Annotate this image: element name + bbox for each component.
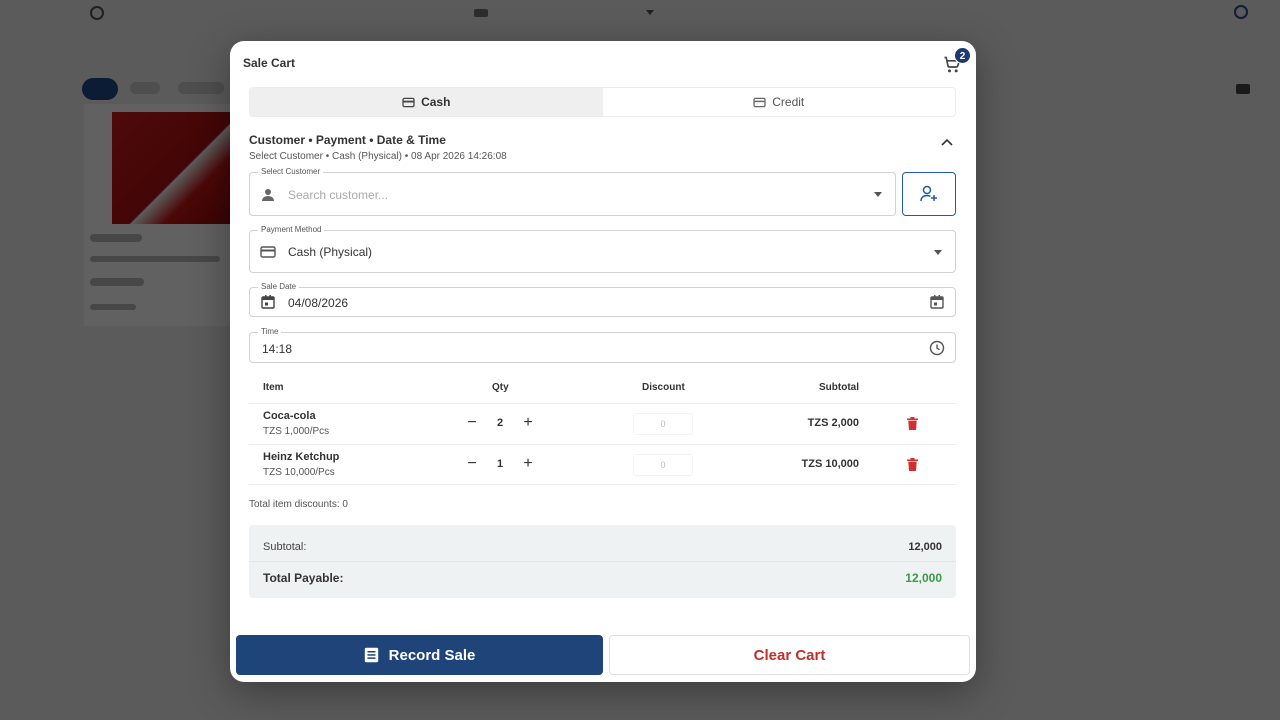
table-header-discount: Discount xyxy=(642,382,685,393)
table-header-item: Item xyxy=(263,382,284,393)
modal-title: Sale Cart xyxy=(243,56,296,70)
summary-divider xyxy=(249,561,956,562)
customer-payment-section-header[interactable]: Customer • Payment • Date & Time Select … xyxy=(249,133,956,162)
delete-item-icon[interactable] xyxy=(907,417,918,430)
subtotal-value: 12,000 xyxy=(908,541,942,553)
total-payable-label: Total Payable: xyxy=(263,571,344,585)
item-subtotal: TZS 2,000 xyxy=(807,417,859,429)
sale-date-label: Sale Date xyxy=(258,282,300,292)
item-qty: 2 xyxy=(496,417,504,429)
table-row: Heinz Ketchup TZS 10,000/Pcs − 1 + 0 TZS… xyxy=(249,444,956,485)
credit-card-icon xyxy=(260,246,276,258)
tab-cash-label: Cash xyxy=(421,95,451,109)
payment-summary: Subtotal: 12,000 Total Payable: 12,000 xyxy=(249,525,956,598)
subtotal-label: Subtotal: xyxy=(263,541,307,553)
record-sale-button[interactable]: Record Sale xyxy=(236,635,603,675)
total-item-discounts: Total item discounts: 0 xyxy=(249,499,348,510)
item-subtotal: TZS 10,000 xyxy=(801,458,859,470)
dropdown-caret-icon[interactable] xyxy=(934,250,942,255)
table-row: Coca-cola TZS 1,000/Pcs − 2 + 0 TZS 2,00… xyxy=(249,403,956,444)
item-qty: 1 xyxy=(496,458,504,470)
item-discount-input[interactable]: 0 xyxy=(633,413,693,435)
table-header-qty: Qty xyxy=(492,382,509,393)
tab-credit-label: Credit xyxy=(772,95,805,109)
add-user-icon xyxy=(920,185,937,202)
section-title: Customer • Payment • Date & Time xyxy=(249,133,446,147)
cart-count-badge: 2 xyxy=(954,47,971,64)
tab-cash[interactable]: Cash xyxy=(250,88,603,116)
time-label: Time xyxy=(258,327,282,337)
record-sale-label: Record Sale xyxy=(388,646,476,664)
credit-card-icon xyxy=(753,97,766,107)
time-field[interactable]: Time 14:18 xyxy=(249,327,956,363)
calendar-icon xyxy=(261,295,275,309)
add-customer-button[interactable] xyxy=(902,172,956,216)
chevron-up-icon[interactable] xyxy=(940,137,954,147)
dropdown-caret-icon[interactable] xyxy=(874,192,882,197)
item-unit-price: TZS 10,000/Pcs xyxy=(263,467,335,478)
section-summary: Select Customer • Cash (Physical) • 08 A… xyxy=(249,151,507,162)
delete-item-icon[interactable] xyxy=(907,458,918,471)
increase-qty-button[interactable]: + xyxy=(521,415,535,431)
time-input[interactable]: 14:18 xyxy=(262,342,292,356)
item-discount-input[interactable]: 0 xyxy=(633,454,693,476)
sale-cart-modal: Sale Cart 2 Cash Credit Customer • Payme… xyxy=(230,41,976,682)
clear-cart-button[interactable]: Clear Cart xyxy=(609,635,970,675)
decrease-qty-button[interactable]: − xyxy=(465,415,479,431)
sale-date-field[interactable]: Sale Date 04/08/2026 xyxy=(249,282,956,317)
total-payable-value: 12,000 xyxy=(905,571,942,585)
customer-search-input[interactable]: Search customer... xyxy=(288,188,388,202)
item-unit-price: TZS 1,000/Pcs xyxy=(263,426,330,437)
item-name: Coca-cola xyxy=(263,410,316,422)
decrease-qty-button[interactable]: − xyxy=(465,456,479,472)
person-icon xyxy=(262,189,274,201)
wallet-icon xyxy=(402,97,415,107)
customer-select[interactable]: Select Customer Search customer... xyxy=(249,167,896,216)
item-name: Heinz Ketchup xyxy=(263,451,340,463)
clear-cart-label: Clear Cart xyxy=(753,646,826,664)
customer-select-label: Select Customer xyxy=(258,167,324,177)
increase-qty-button[interactable]: + xyxy=(521,456,535,472)
payment-method-value: Cash (Physical) xyxy=(288,245,373,259)
payment-type-tabs: Cash Credit xyxy=(249,87,956,117)
payment-method-label: Payment Method xyxy=(258,225,325,235)
sale-date-input[interactable]: 04/08/2026 xyxy=(288,296,348,310)
calendar-picker-icon[interactable] xyxy=(929,294,945,310)
table-header-subtotal: Subtotal xyxy=(819,382,859,393)
clock-icon[interactable] xyxy=(929,340,945,356)
payment-method-select[interactable]: Payment Method Cash (Physical) xyxy=(249,225,956,273)
receipt-icon xyxy=(364,647,378,663)
tab-credit[interactable]: Credit xyxy=(602,88,955,116)
